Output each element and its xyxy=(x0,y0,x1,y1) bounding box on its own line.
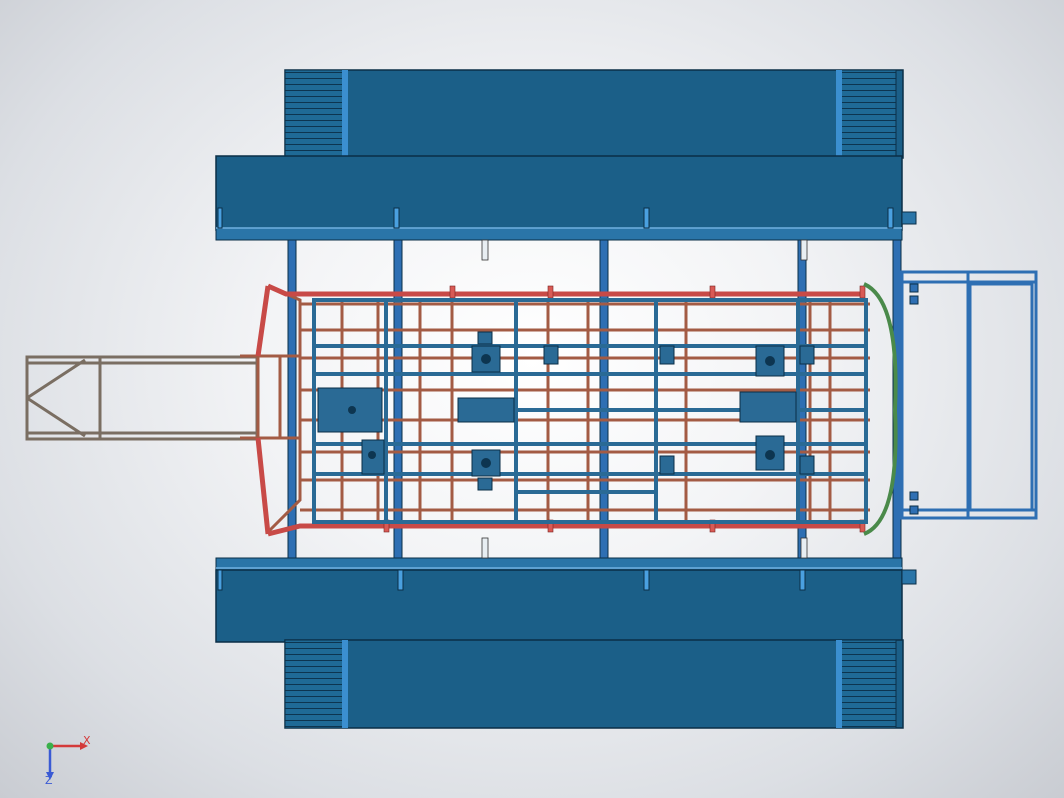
cad-model[interactable]: X Z xyxy=(0,0,1064,798)
x-axis-label: X xyxy=(83,734,91,747)
front-bow-green xyxy=(863,282,898,536)
bottom-right-step-grate xyxy=(837,639,897,729)
cad-viewport[interactable]: X Z xyxy=(0,0,1064,798)
top-left-step-grate xyxy=(284,69,344,159)
bottom-platform xyxy=(215,557,917,729)
bottom-walkway-deck xyxy=(215,569,903,643)
top-platform xyxy=(215,69,917,241)
top-right-step-grate xyxy=(837,69,897,159)
bottom-left-step-grate xyxy=(284,639,344,729)
top-walkway-rail xyxy=(215,227,903,241)
axis-triad: X Z xyxy=(45,734,91,787)
z-axis-label: Z xyxy=(45,774,53,787)
right-fixture-frame xyxy=(900,270,1038,520)
top-walkway-deck xyxy=(215,155,903,231)
tow-truss xyxy=(25,355,259,441)
y-axis-dot xyxy=(46,742,54,750)
